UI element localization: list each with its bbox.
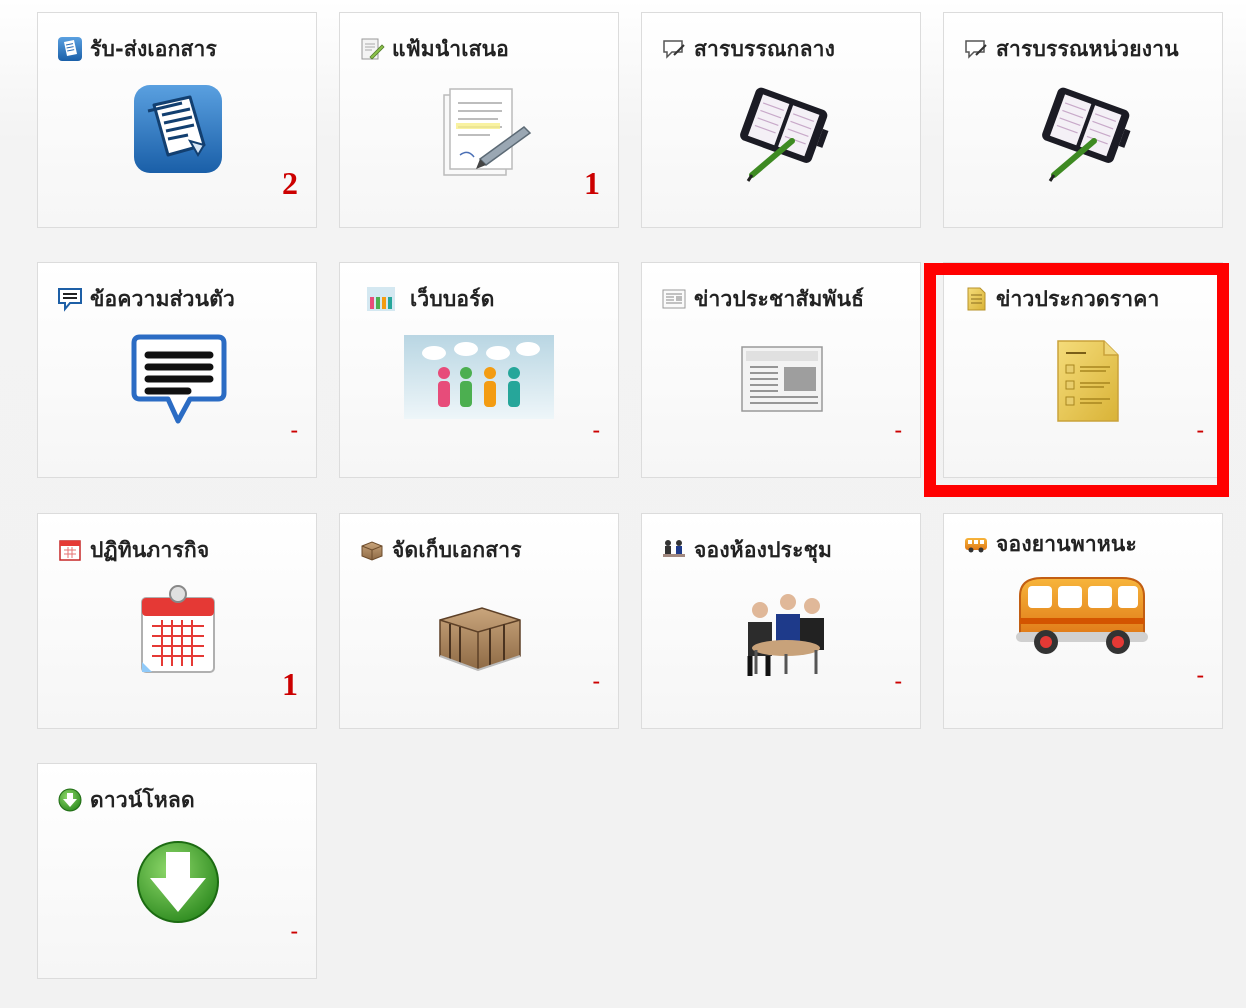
tile-title: ปฏิทินภารกิจ [90,537,210,562]
tile-webboard[interactable]: เว็บบอร์ด - [339,262,619,478]
notification-count: 1 [282,666,298,702]
tile-header: ข่าวประชาสัมพันธ์ [660,283,864,315]
tile-title: จองห้องประชุม [694,537,833,562]
tile-mission-calendar[interactable]: ปฏิทินภารกิจ 1 [37,513,317,729]
notification-count: - [290,918,298,943]
meeting-people-icon [663,540,685,557]
tile-title: จัดเก็บเอกสาร [392,537,522,562]
notification-count: - [592,668,600,693]
yellow-document-icon [1057,340,1119,422]
tile-document-exchange[interactable]: รับ-ส่งเอกสาร 2 [37,12,317,228]
tile-central-registry[interactable]: สารบรรณกลาง [641,12,921,228]
tile-header: สารบรรณหน่วยงาน [962,33,1179,65]
people-discussion-icon [404,335,554,419]
planner-pen-icon [740,87,829,182]
tile-public-news[interactable]: ข่าวประชาสัมพันธ์ - [641,262,921,478]
newspaper-icon [741,346,823,412]
tile-title: จองยานพาหนะ [996,531,1137,556]
tile-header: ดาวน์โหลด [56,784,195,816]
box-icon [361,541,383,561]
tile-header: สารบรรณกลาง [660,33,835,65]
speech-bubble-icon [965,40,987,59]
calendar-icon [59,540,81,561]
tile-presentation-folder[interactable]: แฟ้มนำเสนอ 1 [339,12,619,228]
tile-download[interactable]: ดาวน์โหลด - [37,763,317,979]
tile-title: สารบรรณหน่วยงาน [996,36,1179,61]
notification-count: - [894,417,902,442]
tile-header: ข้อความส่วนตัว [56,283,235,315]
tile-header: แฟ้มนำเสนอ [358,33,509,65]
tile-department-registry[interactable]: สารบรรณหน่วยงาน [943,12,1223,228]
tile-private-messages[interactable]: ข้อความส่วนตัว - [37,262,317,478]
tile-header: จัดเก็บเอกสาร [358,534,522,566]
tile-title: ข่าวประชาสัมพันธ์ [694,286,865,311]
notification-count: - [1196,417,1204,442]
tile-header: จองห้องประชุม [660,534,832,566]
notification-count: - [290,417,298,442]
people-icon [367,287,395,311]
tile-title: ข้อความส่วนตัว [90,286,236,311]
notification-count: 2 [282,165,298,201]
bus-icon [1016,577,1148,654]
calendar-icon [141,585,215,673]
tile-title: รับ-ส่งเอกสาร [90,36,217,61]
notification-count: 1 [584,165,600,201]
document-app-icon [134,85,222,173]
meeting-room-icon [747,594,824,676]
document-stack-icon [58,37,82,61]
tile-header: เว็บบอร์ด [358,283,495,315]
tile-vehicle-booking[interactable]: จองยานพาหนะ - [943,513,1223,729]
bus-icon [965,538,987,553]
tile-meeting-room-booking[interactable]: จองห้องประชุม - [641,513,921,729]
download-icon [137,841,219,923]
notification-count: - [894,668,902,693]
tile-title: ข่าวประกวดราคา [996,286,1160,311]
notification-count: - [592,417,600,442]
tile-document-archive[interactable]: จัดเก็บเอกสาร - [339,513,619,729]
signing-document-icon [443,88,532,176]
archive-box-icon [439,607,521,672]
tile-header: รับ-ส่งเอกสาร [56,33,217,65]
planner-pen-icon [1042,87,1131,182]
dashboard-grid: รับ-ส่งเอกสาร 2 แฟ้มนำเสนอ 1 สารบรรณกลาง… [0,0,1246,1008]
tile-header: จองยานพาหนะ [962,528,1137,560]
message-icon [58,288,82,312]
tile-title: แฟ้มนำเสนอ [392,36,509,61]
chat-bubble-icon [131,334,227,424]
tile-title: ดาวน์โหลด [90,787,195,812]
tile-header: ปฏิทินภารกิจ [56,534,209,566]
news-icon [662,289,686,309]
tile-bid-news[interactable]: ข่าวประกวดราคา - [943,262,1223,478]
speech-bubble-icon [663,40,685,59]
notification-count: - [1196,662,1204,687]
download-icon [58,788,82,812]
yellow-document-icon [967,287,986,311]
tile-header: ข่าวประกวดราคา [962,283,1159,315]
tile-title: สารบรรณกลาง [694,36,836,61]
tile-title: เว็บบอร์ด [410,286,495,311]
pencil-note-icon [361,38,385,60]
